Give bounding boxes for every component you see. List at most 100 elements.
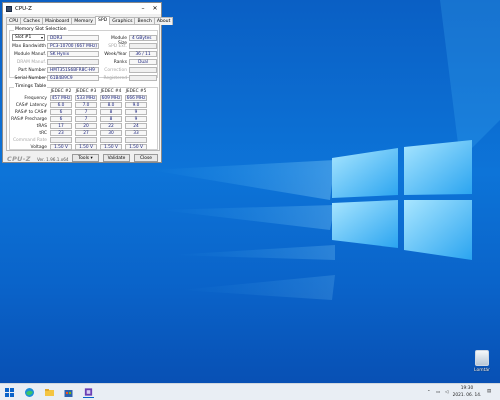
timing-cell: 1.50 V bbox=[100, 144, 122, 150]
timing-cell: 23 bbox=[50, 130, 72, 136]
timing-row-label: Voltage bbox=[30, 145, 47, 150]
chevron-down-icon: ▾ bbox=[40, 35, 43, 40]
start-windows-icon[interactable] bbox=[4, 387, 15, 398]
dram-manuf-label: DRAM Manuf. bbox=[16, 60, 46, 65]
desktop[interactable]: Lomtár CPU-Z – ✕ CPU Caches Mainboard Me… bbox=[0, 0, 500, 383]
validate-button[interactable]: Validate bbox=[103, 154, 130, 162]
windows-logo bbox=[332, 140, 472, 260]
timing-cell: 33 bbox=[125, 130, 147, 136]
timing-cell: 7 bbox=[75, 116, 97, 122]
cpuz-window: CPU-Z – ✕ CPU Caches Mainboard Memory SP… bbox=[2, 2, 174, 163]
tab-strip: CPU Caches Mainboard Memory SPD Graphics… bbox=[3, 14, 174, 25]
timing-cell: 20 bbox=[75, 123, 97, 129]
timing-cell: 7.0 bbox=[75, 102, 97, 108]
serial-number-label: Serial Number bbox=[14, 76, 46, 81]
window-footer: CPU-Z Ver. 1.96.1.x64 Tools ▾ Validate C… bbox=[6, 153, 160, 163]
notification-icon[interactable]: ▤ bbox=[487, 389, 491, 394]
clock-date[interactable]: 2021. 06. 14. bbox=[452, 393, 482, 398]
timing-row-label: CAS# Latency bbox=[15, 103, 47, 108]
timing-row-label: tRAS bbox=[36, 124, 47, 129]
timing-cell: 6 bbox=[50, 116, 72, 122]
version-text: Ver. 1.96.1.x64 bbox=[37, 157, 69, 162]
file-explorer-icon[interactable] bbox=[44, 387, 55, 398]
timing-row-label: RAS# Precharge bbox=[11, 117, 47, 122]
timing-cell: 6 bbox=[50, 109, 72, 115]
tab-spd[interactable]: SPD bbox=[94, 16, 111, 25]
correction-label: Correction bbox=[104, 68, 127, 73]
registered-label: Registered bbox=[103, 76, 127, 81]
max-bandwidth-value: PC3-10700 (667 MHz) bbox=[47, 43, 99, 49]
timing-cell: 1.50 V bbox=[50, 144, 72, 150]
timing-row-label: Frequency bbox=[24, 96, 47, 101]
timing-column-header: JEDEC #3 bbox=[75, 89, 97, 94]
timing-cell: 8 bbox=[100, 109, 122, 115]
memory-slot-group-title: Memory Slot Selection bbox=[14, 27, 68, 32]
timing-column-header: JEDEC #5 bbox=[125, 89, 147, 94]
timing-cell bbox=[50, 137, 72, 143]
timing-cell: 22 bbox=[100, 123, 122, 129]
edge-browser-icon[interactable] bbox=[24, 387, 35, 398]
timing-cell bbox=[125, 137, 147, 143]
timing-cell: 6.0 bbox=[50, 102, 72, 108]
network-icon[interactable]: ▭ bbox=[436, 390, 440, 395]
week-year-label: Week/Year bbox=[104, 52, 127, 57]
timing-cell: 609 MHz bbox=[100, 95, 122, 101]
tools-button-label: Tools bbox=[78, 156, 90, 161]
timing-cell: 9 bbox=[125, 109, 147, 115]
window-titlebar[interactable]: CPU-Z – ✕ bbox=[3, 3, 161, 14]
timing-cell: 9.0 bbox=[125, 102, 147, 108]
cpuz-taskbar-icon[interactable] bbox=[83, 387, 94, 398]
spd-ext-value bbox=[129, 43, 157, 49]
slot-select-value: Slot #1 bbox=[15, 35, 32, 40]
week-year-value: 36 / 11 bbox=[129, 51, 157, 57]
show-hidden-icons-chevron-icon[interactable]: ⌃ bbox=[427, 390, 431, 395]
timings-group-title: Timings Table bbox=[14, 84, 48, 89]
serial-number-value: 61B4B9C9 bbox=[47, 75, 99, 81]
timing-cell: 17 bbox=[50, 123, 72, 129]
ranks-label: Ranks bbox=[113, 60, 127, 65]
timing-row-label: RAS# to CAS# bbox=[14, 110, 47, 115]
timing-cell bbox=[75, 137, 97, 143]
module-size-value: 4 GBytes bbox=[129, 35, 157, 41]
clock-time[interactable]: 19:30 bbox=[455, 386, 479, 391]
module-manuf-label: Module Manuf. bbox=[13, 52, 46, 57]
timing-cell: 533 MHz bbox=[75, 95, 97, 101]
timing-cell: 666 MHz bbox=[125, 95, 147, 101]
correction-value bbox=[129, 67, 157, 73]
timing-cell bbox=[100, 137, 122, 143]
module-manuf-value: SK Hynix bbox=[47, 51, 99, 57]
timing-cell: 457 MHz bbox=[50, 95, 72, 101]
volume-icon[interactable]: ◁ bbox=[445, 390, 448, 395]
timing-cell: 1.50 V bbox=[75, 144, 97, 150]
timing-cell: 24 bbox=[125, 123, 147, 129]
window-title: CPU-Z bbox=[15, 5, 32, 12]
recycle-bin-icon bbox=[475, 350, 489, 366]
part-number-value: HMT351S6BFR8C-H9 bbox=[47, 67, 99, 73]
store-icon[interactable] bbox=[63, 387, 74, 398]
dram-manuf-value bbox=[47, 59, 99, 65]
timing-column-header: JEDEC #4 bbox=[100, 89, 122, 94]
cpuz-brand-logo: CPU-Z bbox=[7, 155, 31, 163]
timing-cell: 8.0 bbox=[100, 102, 122, 108]
recycle-bin-shortcut[interactable]: Lomtár bbox=[469, 350, 495, 373]
chevron-down-icon: ▾ bbox=[90, 156, 93, 161]
memory-type-value: DDR3 bbox=[47, 35, 99, 41]
part-number-label: Part Number bbox=[18, 68, 46, 73]
cpuz-app-icon bbox=[6, 5, 12, 12]
timing-cell: 9 bbox=[125, 116, 147, 122]
timing-row-label: Command Rate bbox=[12, 138, 47, 143]
close-button[interactable]: Close bbox=[134, 154, 158, 162]
spd-panel: Memory Slot Selection Slot #1 ▾ DDR3 Mod… bbox=[6, 24, 160, 151]
spd-ext-label: SPD Ext. bbox=[108, 44, 127, 49]
timing-cell: 7 bbox=[75, 109, 97, 115]
timing-row-label: tRC bbox=[39, 131, 47, 136]
taskbar: ⌃ ▭ ◁ 19:30 2021. 06. 14. ▤ bbox=[0, 383, 500, 400]
minimize-button[interactable]: – bbox=[137, 3, 149, 14]
timing-cell: 30 bbox=[100, 130, 122, 136]
timing-column-header: JEDEC #2 bbox=[50, 89, 72, 94]
ranks-value: Dual bbox=[129, 59, 157, 65]
close-window-button[interactable]: ✕ bbox=[149, 3, 161, 14]
slot-select[interactable]: Slot #1 ▾ bbox=[12, 34, 45, 41]
tools-button[interactable]: Tools ▾ bbox=[72, 154, 99, 162]
timing-cell: 1.50 V bbox=[125, 144, 147, 150]
